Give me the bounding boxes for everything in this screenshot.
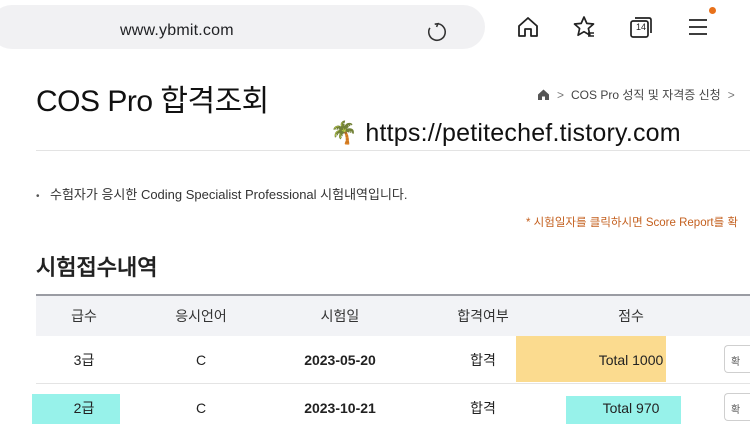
menu-icon[interactable] — [685, 14, 711, 40]
header-result: 합격여부 — [457, 308, 509, 324]
palm-tree-icon: 🌴 — [330, 120, 358, 146]
breadcrumb-separator: > — [557, 87, 565, 102]
browser-toolbar: www.ybmit.com 14 — [0, 0, 750, 56]
section-title: 시험접수내역 — [36, 255, 158, 280]
header-date: 시험일 — [320, 308, 360, 324]
table-header: 급수 응시언어 시험일 합격여부 점수 — [36, 294, 750, 336]
result-cell: 합격 — [470, 351, 496, 368]
page-title: COS Pro 합격조회 — [36, 85, 269, 118]
exam-date-link[interactable]: 2023-05-20 — [270, 352, 410, 368]
info-text: • 수험자가 응시한 Coding Specialist Professional… — [36, 187, 408, 202]
table-row: 2급 C 2023-10-21 합격 Total 970 — [36, 384, 750, 424]
tab-count: 14 — [635, 22, 646, 32]
exam-history-table: 급수 응시언어 시험일 합격여부 점수 3급 C 2023-05-20 합격 T… — [36, 294, 750, 424]
breadcrumb-separator: > — [727, 87, 735, 102]
grade-cell: 3급 — [73, 351, 95, 368]
breadcrumb-current[interactable]: COS Pro 성직 및 자격증 신청 — [571, 86, 721, 103]
score-cell: Total 970 — [602, 399, 660, 416]
breadcrumb: > COS Pro 성직 및 자격증 신청 > — [537, 86, 735, 103]
watermark-overlay: 🌴 https://petitechef.tistory.com — [330, 119, 681, 148]
divider — [36, 150, 750, 151]
url-text[interactable]: www.ybmit.com — [120, 22, 234, 40]
exam-date-link[interactable]: 2023-10-21 — [270, 400, 410, 416]
language-cell: C — [195, 399, 207, 416]
favorites-star-icon[interactable] — [571, 14, 597, 40]
address-bar[interactable]: www.ybmit.com — [0, 5, 485, 49]
reload-icon[interactable] — [426, 21, 448, 43]
home-icon[interactable] — [537, 88, 550, 101]
watermark-text: https://petitechef.tistory.com — [365, 119, 681, 147]
table-row: 3급 C 2023-05-20 합격 Total 1000 — [36, 336, 750, 384]
header-grade: 급수 — [71, 308, 97, 324]
confirm-button[interactable]: 확 — [724, 393, 750, 421]
score-cell: Total 1000 — [598, 351, 664, 368]
notification-dot — [709, 7, 716, 14]
result-cell: 합격 — [470, 399, 496, 416]
language-cell: C — [195, 351, 207, 368]
grade-cell: 2급 — [73, 399, 95, 416]
score-report-note: * 시험일자를 클릭하시면 Score Report를 확 — [526, 217, 738, 229]
header-language: 응시언어 — [175, 308, 227, 324]
bullet-icon: • — [36, 191, 40, 202]
home-icon[interactable] — [515, 14, 541, 40]
confirm-button[interactable]: 확 — [724, 345, 750, 373]
header-score: 점수 — [618, 308, 644, 324]
